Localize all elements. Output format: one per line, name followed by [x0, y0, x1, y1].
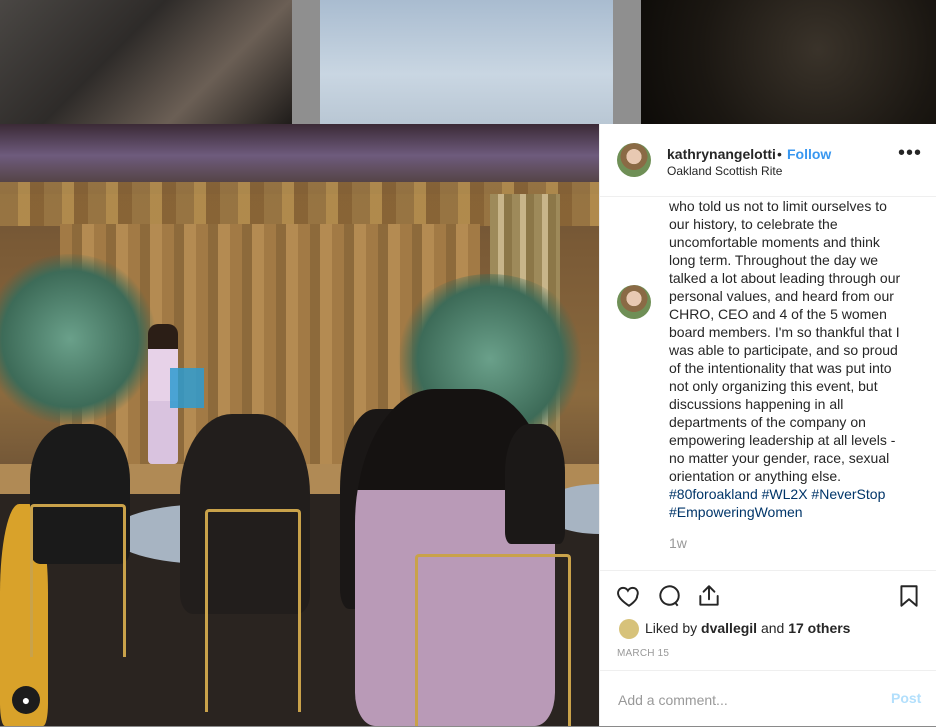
location-link[interactable]: Oakland Scottish Rite [667, 164, 782, 178]
share-icon[interactable] [696, 583, 722, 609]
post-panel: kathrynangelotti • Follow Oakland Scotti… [599, 124, 936, 726]
profile-icon[interactable]: ● [12, 686, 40, 714]
thumbnail-sky[interactable] [320, 0, 613, 124]
thumb-gap [613, 0, 641, 124]
follow-button[interactable]: Follow [787, 146, 831, 162]
action-bar: Liked by dvallegil and 17 others MARCH 1… [600, 570, 936, 671]
photo-chair [415, 554, 571, 726]
comment-avatar[interactable] [617, 285, 651, 319]
comment-icon[interactable] [656, 583, 682, 609]
liker-username[interactable]: dvallegil [701, 620, 757, 636]
thumbnail-venue[interactable] [641, 0, 936, 124]
photo-person [505, 424, 565, 544]
caption-text: who told us not to limit ourselves to ou… [669, 198, 901, 484]
bookmark-icon[interactable] [896, 583, 922, 609]
add-comment-bar: Post [600, 670, 936, 727]
likes-others-link[interactable]: 17 others [788, 620, 850, 636]
thumb-gap [292, 0, 320, 124]
post-time: 1w [669, 535, 687, 551]
separator-dot: • [777, 146, 782, 162]
post-header: kathrynangelotti • Follow Oakland Scotti… [600, 124, 936, 197]
post-photo[interactable] [0, 124, 599, 726]
avatar[interactable] [617, 143, 651, 177]
username-link[interactable]: kathrynangelotti [667, 146, 776, 162]
likes-summary[interactable]: Liked by dvallegil and 17 others [645, 620, 850, 636]
photo-podium [170, 368, 204, 408]
caption-hashtags[interactable]: #80foroakland #WL2X #NeverStop #Empoweri… [669, 486, 885, 520]
post-date: MARCH 15 [617, 648, 670, 659]
photo-chair [205, 509, 301, 712]
photo-chair [30, 504, 126, 657]
caption: who told us not to limit ourselves to ou… [669, 197, 909, 521]
comment-input[interactable] [616, 689, 880, 711]
post-comment-button[interactable]: Post [891, 690, 921, 706]
likes-and: and [760, 620, 785, 636]
liker-avatar[interactable] [619, 619, 639, 639]
comments-section[interactable]: who told us not to limit ourselves to ou… [600, 197, 936, 569]
heart-icon[interactable] [616, 583, 642, 609]
likes-prefix: Liked by [645, 620, 698, 636]
thumbnail-kitchen[interactable] [0, 0, 292, 124]
more-options-icon[interactable]: ••• [898, 142, 922, 165]
